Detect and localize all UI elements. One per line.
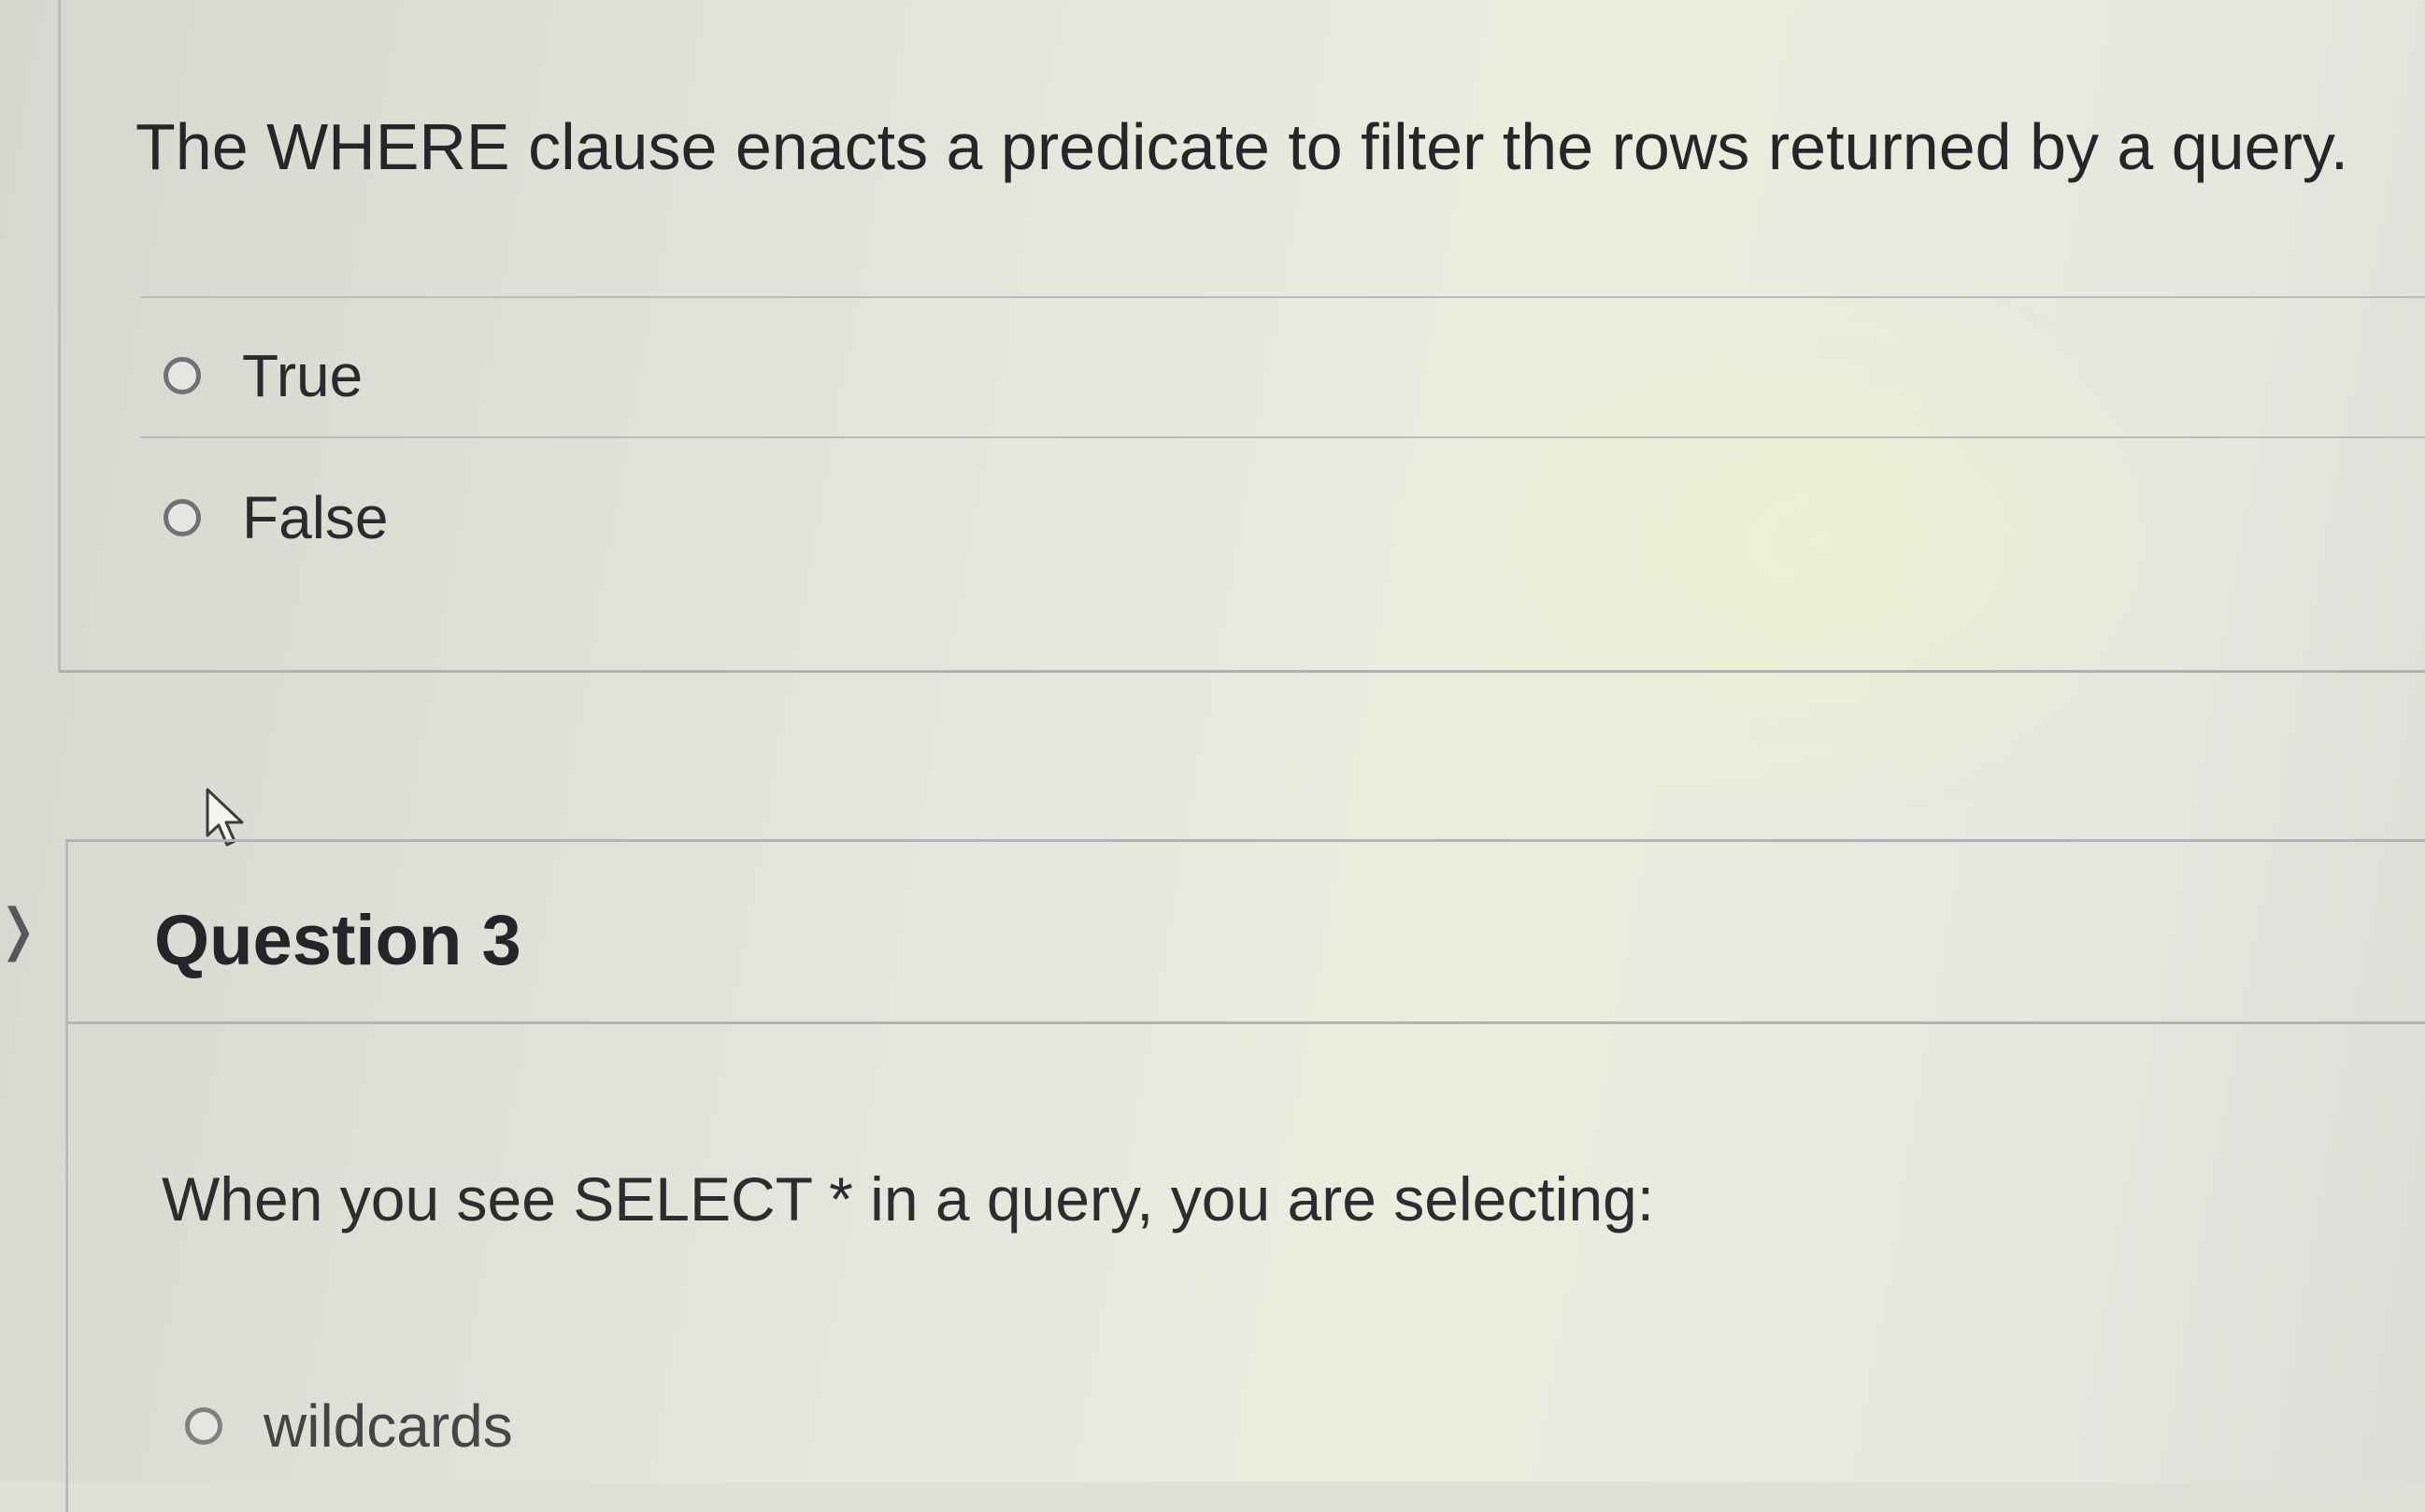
chevron-right-icon[interactable]: ❭ <box>0 902 41 958</box>
question-2-text: The WHERE clause enacts a predicate to f… <box>136 110 2349 183</box>
option-false-label: False <box>242 484 389 551</box>
option-false[interactable]: False <box>164 480 389 555</box>
radio-true[interactable] <box>164 357 201 394</box>
question-3-header: Question 3 <box>68 842 2425 1024</box>
option-wildcards[interactable]: wildcards <box>185 1389 513 1463</box>
question-2-answers-divider <box>140 296 2425 298</box>
option-true[interactable]: True <box>164 338 363 413</box>
question-3-text: When you see SELECT * in a query, you ar… <box>162 1164 1655 1234</box>
option-true-label: True <box>242 342 364 409</box>
radio-wildcards[interactable] <box>185 1407 222 1445</box>
question-2-card <box>58 0 2425 673</box>
radio-false[interactable] <box>164 499 201 536</box>
option-divider <box>140 436 2425 438</box>
question-3-title: Question 3 <box>154 901 521 980</box>
screen: The WHERE clause enacts a predicate to f… <box>0 0 2425 1512</box>
option-wildcards-label: wildcards <box>264 1392 513 1460</box>
